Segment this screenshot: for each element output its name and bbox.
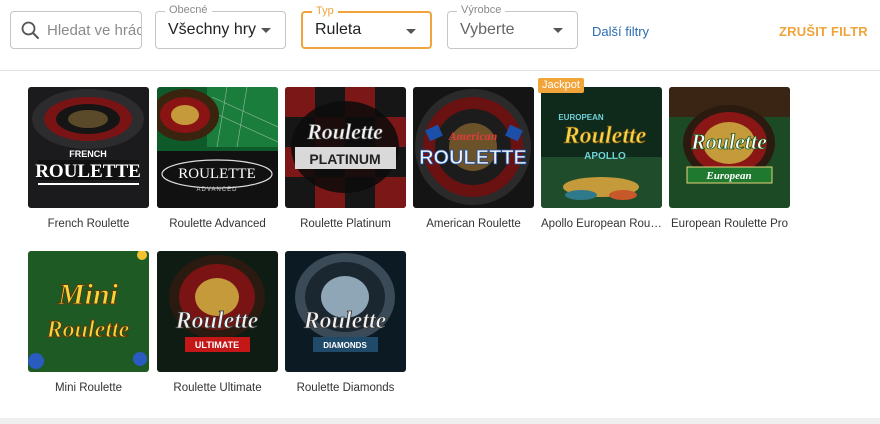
game-name[interactable]: Apollo European Roulette <box>541 217 662 231</box>
game-thumbnail[interactable]: ROULETTE ADVANCED <box>157 87 278 208</box>
filter-bar: Obecné Všechny hry Typ Ruleta Výrobce Vy… <box>0 0 880 70</box>
game-tile-roulette-diamonds[interactable]: Roulette DIAMONDS Roulette Diamonds <box>285 251 406 395</box>
search-box[interactable] <box>10 11 142 49</box>
logo-top: Roulette <box>306 119 383 144</box>
game-thumbnail[interactable]: Roulette ULTIMATE <box>157 251 278 372</box>
chevron-down-icon <box>553 28 563 33</box>
game-thumbnail[interactable]: Mini Roulette <box>28 251 149 372</box>
game-name[interactable]: Roulette Advanced <box>157 217 278 231</box>
logo-top: American <box>448 129 498 143</box>
game-name[interactable]: American Roulette <box>413 217 534 231</box>
game-thumbnail[interactable]: FRENCH ROULETTE <box>28 87 149 208</box>
logo-sub: ULTIMATE <box>195 340 239 350</box>
logo-sub: ADVANCED <box>197 187 238 193</box>
logo-main: Roulette <box>303 308 387 334</box>
game-tile-roulette-platinum[interactable]: Roulette PLATINUM Roulette Platinum <box>285 87 406 231</box>
type-select-label: Typ <box>312 5 338 18</box>
logo-main: ROULETTE <box>178 166 255 182</box>
game-name[interactable]: Roulette Ultimate <box>157 381 278 395</box>
type-select-value: Ruleta <box>315 21 362 38</box>
game-tile-roulette-ultimate[interactable]: Roulette ULTIMATE Roulette Ultimate <box>157 251 278 395</box>
logo-top: EUROPEAN <box>558 113 604 122</box>
search-input[interactable] <box>47 21 141 39</box>
logo-sub: DIAMONDS <box>323 341 367 350</box>
general-select[interactable]: Obecné Všechny hry <box>155 4 286 49</box>
logo-top: Mini <box>57 278 119 311</box>
logo-main: ROULETTE <box>35 161 141 182</box>
clear-filter-button[interactable]: ZRUŠIT FILTR <box>779 24 868 39</box>
game-thumbnail[interactable]: EUROPEAN Roulette APOLLO <box>541 87 662 208</box>
general-select-label: Obecné <box>165 4 212 17</box>
game-grid: FRENCH ROULETTE French Roulette ROULETTE… <box>0 70 880 424</box>
game-thumbnail[interactable]: Roulette European <box>669 87 790 208</box>
game-tile-european-roulette-pro[interactable]: Roulette European European Roulette Pro <box>669 87 790 231</box>
game-name[interactable]: French Roulette <box>28 217 149 231</box>
game-name[interactable]: Roulette Platinum <box>285 217 406 231</box>
logo-main: Roulette <box>563 123 647 149</box>
game-name[interactable]: Roulette Diamonds <box>285 381 406 395</box>
type-select[interactable]: Typ Ruleta <box>301 5 432 49</box>
game-tile-roulette-advanced[interactable]: ROULETTE ADVANCED Roulette Advanced <box>157 87 278 231</box>
game-tile-american-roulette[interactable]: American ROULETTE American Roulette <box>413 87 534 231</box>
logo-main: Roulette <box>175 308 259 334</box>
logo-main: Roulette <box>46 317 130 343</box>
logo-top: FRENCH <box>69 149 107 159</box>
game-thumbnail[interactable]: Roulette DIAMONDS <box>285 251 406 372</box>
logo-sub: APOLLO <box>584 151 626 162</box>
game-name[interactable]: Mini Roulette <box>28 381 149 395</box>
game-thumbnail[interactable]: American ROULETTE <box>413 87 534 208</box>
game-tile-french-roulette[interactable]: FRENCH ROULETTE French Roulette <box>28 87 149 231</box>
jackpot-badge: Jackpot <box>538 78 584 93</box>
logo-main: Roulette <box>690 129 767 154</box>
more-filters-link[interactable]: Další filtry <box>592 24 649 39</box>
game-name[interactable]: European Roulette Pro <box>669 217 790 231</box>
logo-sub: European <box>705 170 751 182</box>
game-tile-apollo-european-roulette[interactable]: EUROPEAN Roulette APOLLO Apollo European… <box>541 87 662 231</box>
logo-main: PLATINUM <box>309 151 380 167</box>
game-thumbnail[interactable]: Roulette PLATINUM <box>285 87 406 208</box>
provider-select[interactable]: Výrobce Vyberte <box>447 4 578 49</box>
general-select-value: Všechny hry <box>168 21 257 38</box>
chevron-down-icon <box>406 29 416 34</box>
chevron-down-icon <box>261 28 271 33</box>
game-tile-mini-roulette[interactable]: Mini Roulette Mini Roulette <box>28 251 149 395</box>
search-icon <box>21 21 39 39</box>
provider-select-label: Výrobce <box>457 4 506 17</box>
provider-select-value: Vyberte <box>460 21 515 38</box>
logo-main: ROULETTE <box>419 147 527 169</box>
